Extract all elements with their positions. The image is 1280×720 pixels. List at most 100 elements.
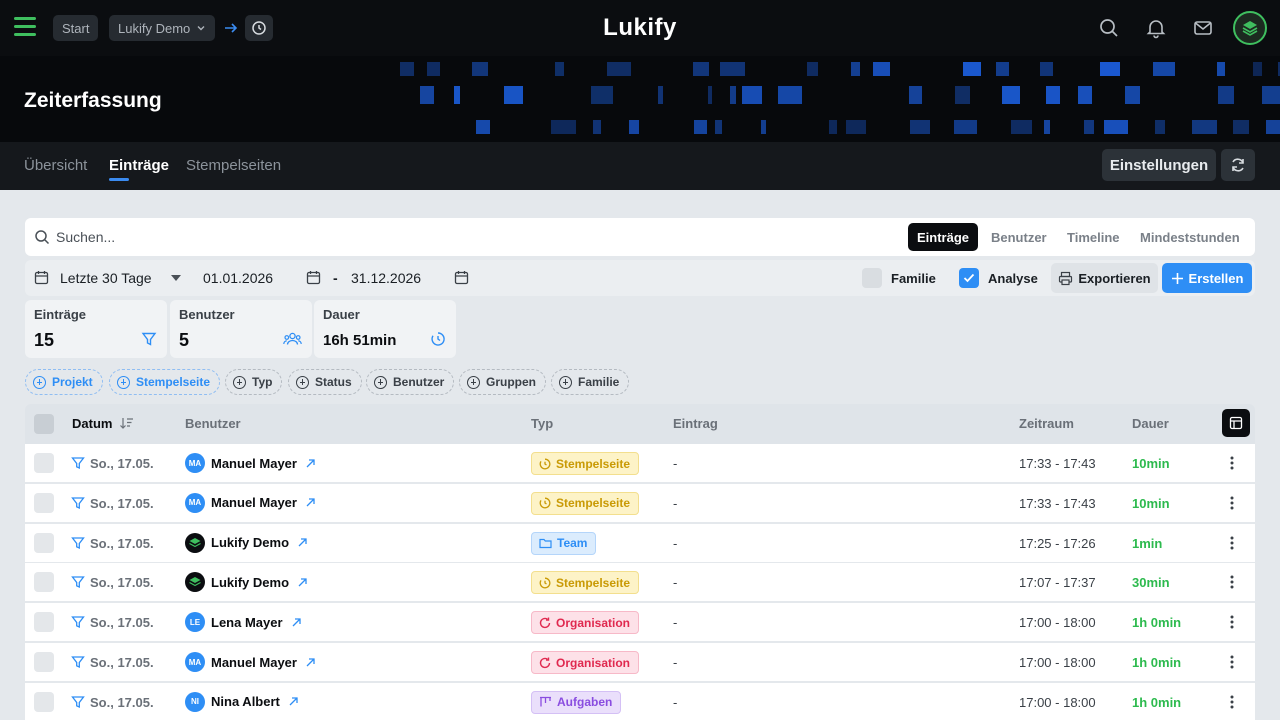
select-all-checkbox[interactable] bbox=[34, 414, 54, 434]
create-button[interactable]: Erstellen bbox=[1162, 263, 1252, 293]
chip-user[interactable]: Benutzer bbox=[366, 369, 455, 395]
filter-icon[interactable] bbox=[71, 575, 85, 589]
more-options-icon[interactable] bbox=[1230, 614, 1234, 630]
refresh-icon bbox=[539, 617, 551, 628]
row-checkbox[interactable] bbox=[34, 453, 54, 473]
row-checkbox[interactable] bbox=[34, 532, 54, 553]
external-link-icon[interactable] bbox=[297, 537, 308, 548]
external-link-icon[interactable] bbox=[305, 497, 316, 508]
column-duration[interactable]: Dauer bbox=[1132, 416, 1169, 431]
hero-stripe bbox=[846, 120, 866, 134]
filter-icon[interactable] bbox=[71, 695, 85, 709]
more-options-icon[interactable] bbox=[1230, 574, 1234, 590]
date-from-field[interactable]: 01.01.2026 bbox=[203, 270, 273, 286]
column-user[interactable]: Benutzer bbox=[185, 416, 241, 431]
view-tab-min-hours[interactable]: Mindeststunden bbox=[1131, 223, 1249, 251]
table-row[interactable]: So., 17.05. Lukify Demo Team - 17:25 - 1… bbox=[25, 523, 1255, 562]
filter-icon[interactable] bbox=[71, 496, 85, 510]
search-icon bbox=[35, 230, 50, 245]
external-link-icon[interactable] bbox=[305, 458, 316, 469]
export-button[interactable]: Exportieren bbox=[1051, 263, 1158, 293]
filter-icon[interactable] bbox=[71, 536, 85, 550]
user-avatar[interactable] bbox=[1233, 11, 1267, 45]
external-link-icon[interactable] bbox=[297, 577, 308, 588]
tab-entries[interactable]: Einträge bbox=[109, 157, 169, 174]
timer-button[interactable] bbox=[245, 15, 273, 41]
table-row[interactable]: So., 17.05. MA Manuel Mayer Organisation… bbox=[25, 643, 1255, 681]
user-name[interactable]: Manuel Mayer bbox=[211, 495, 297, 510]
external-link-icon[interactable] bbox=[291, 617, 302, 628]
filter-icon[interactable] bbox=[71, 615, 85, 629]
type-badge: Organisation bbox=[531, 611, 640, 635]
column-type[interactable]: Typ bbox=[531, 416, 553, 431]
mail-icon[interactable] bbox=[1192, 17, 1214, 39]
page-title: Zeiterfassung bbox=[24, 89, 162, 112]
chip-family[interactable]: Familie bbox=[551, 369, 630, 395]
caret-down-icon[interactable] bbox=[171, 275, 181, 281]
row-checkbox[interactable] bbox=[34, 572, 54, 593]
bell-icon[interactable] bbox=[1145, 17, 1167, 39]
external-link-icon[interactable] bbox=[305, 657, 316, 668]
tab-stamp-pages[interactable]: Stempelseiten bbox=[186, 157, 281, 174]
settings-button[interactable]: Einstellungen bbox=[1102, 149, 1216, 181]
family-checkbox[interactable] bbox=[862, 268, 882, 288]
row-entry: - bbox=[673, 495, 678, 511]
row-checkbox[interactable] bbox=[34, 652, 54, 672]
chip-status[interactable]: Status bbox=[288, 369, 362, 395]
user-name[interactable]: Lena Mayer bbox=[211, 615, 283, 630]
user-name[interactable]: Nina Albert bbox=[211, 694, 280, 709]
menu-icon[interactable] bbox=[14, 17, 36, 37]
table-row[interactable]: So., 17.05. MA Manuel Mayer Stempelseite… bbox=[25, 444, 1255, 482]
row-date: So., 17.05. bbox=[90, 535, 154, 551]
column-period[interactable]: Zeitraum bbox=[1019, 416, 1074, 431]
row-checkbox[interactable] bbox=[34, 492, 54, 513]
user-name[interactable]: Lukify Demo bbox=[211, 575, 289, 590]
row-checkbox[interactable] bbox=[34, 612, 54, 633]
more-options-icon[interactable] bbox=[1230, 694, 1234, 710]
timer-icon bbox=[539, 497, 551, 509]
user-name[interactable]: Manuel Mayer bbox=[211, 655, 297, 670]
chip-stamp-page[interactable]: Stempelseite bbox=[109, 369, 221, 395]
chip-project[interactable]: Projekt bbox=[25, 369, 103, 395]
row-checkbox[interactable] bbox=[34, 691, 54, 712]
more-options-icon[interactable] bbox=[1230, 495, 1234, 511]
hero-stripe bbox=[1266, 120, 1280, 134]
chip-type[interactable]: Typ bbox=[225, 369, 283, 395]
column-entry[interactable]: Eintrag bbox=[673, 416, 718, 431]
user-name[interactable]: Lukify Demo bbox=[211, 535, 289, 550]
analysis-checkbox[interactable] bbox=[959, 268, 979, 288]
calendar-icon[interactable] bbox=[306, 270, 321, 285]
view-tab-timeline[interactable]: Timeline bbox=[1058, 223, 1129, 251]
external-link-icon[interactable] bbox=[288, 696, 299, 707]
date-to-field[interactable]: 31.12.2026 bbox=[351, 270, 421, 286]
table-row[interactable]: So., 17.05. Lukify Demo Stempelseite - 1… bbox=[25, 563, 1255, 602]
chip-groups[interactable]: Gruppen bbox=[459, 369, 546, 395]
sort-icon[interactable] bbox=[120, 417, 134, 429]
view-tab-entries[interactable]: Einträge bbox=[908, 223, 979, 251]
user-name[interactable]: Manuel Mayer bbox=[211, 456, 297, 471]
table-row[interactable]: So., 17.05. NI Nina Albert Aufgaben - 17… bbox=[25, 682, 1255, 720]
calendar-icon[interactable] bbox=[454, 270, 469, 285]
breadcrumb-org-select[interactable]: Lukify Demo bbox=[109, 15, 216, 41]
table-row[interactable]: So., 17.05. LE Lena Mayer Organisation -… bbox=[25, 603, 1255, 642]
hero-stripe bbox=[551, 120, 576, 134]
column-date[interactable]: Datum bbox=[72, 416, 134, 431]
range-select[interactable]: Letzte 30 Tage bbox=[60, 270, 152, 286]
refresh-icon bbox=[539, 657, 551, 668]
table-row[interactable]: So., 17.05. MA Manuel Mayer Stempelseite… bbox=[25, 483, 1255, 522]
search-input[interactable] bbox=[56, 225, 556, 249]
row-duration: 1h 0min bbox=[1132, 655, 1182, 670]
more-options-icon[interactable] bbox=[1230, 654, 1234, 670]
filter-icon[interactable] bbox=[71, 456, 85, 470]
user-avatar bbox=[185, 532, 205, 553]
more-options-icon[interactable] bbox=[1230, 535, 1234, 551]
search-icon[interactable] bbox=[1098, 17, 1120, 39]
more-options-icon[interactable] bbox=[1230, 455, 1234, 471]
refresh-button[interactable] bbox=[1221, 149, 1255, 181]
breadcrumb-start[interactable]: Start bbox=[53, 15, 99, 41]
column-settings-button[interactable] bbox=[1222, 409, 1250, 437]
filter-icon[interactable] bbox=[71, 655, 85, 669]
tab-overview[interactable]: Übersicht bbox=[24, 157, 87, 174]
view-tab-users[interactable]: Benutzer bbox=[982, 223, 1056, 251]
user-avatar bbox=[185, 572, 205, 593]
